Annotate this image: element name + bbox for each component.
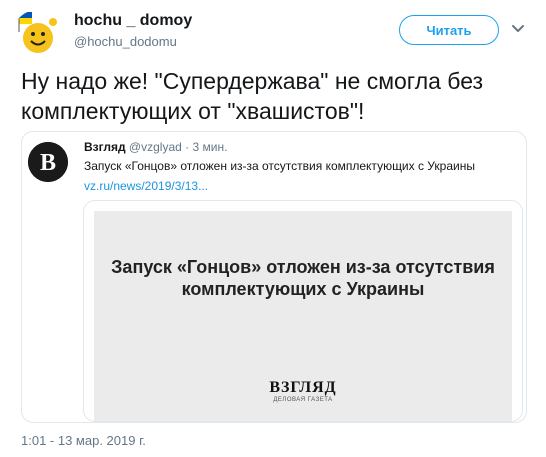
quoted-text: Запуск «Гонцов» отложен из-за отсутствия…: [84, 159, 475, 173]
author-avatar[interactable]: [13, 10, 61, 58]
quoted-handle[interactable]: @vzglyad: [129, 140, 182, 154]
separator-dot: ·: [185, 140, 190, 154]
tweet-timestamp[interactable]: 1:01 - 13 мар. 2019 г.: [21, 433, 146, 448]
quoted-link[interactable]: vz.ru/news/2019/3/13...: [84, 179, 208, 193]
follow-button[interactable]: Читать: [399, 15, 499, 45]
quoted-time: 3 мин.: [192, 140, 228, 154]
quoted-tweet[interactable]: B Взгляд @vzglyad · 3 мин. Запуск «Гонцо…: [21, 131, 527, 423]
vzglyad-logo-icon: B: [28, 142, 68, 182]
author-name[interactable]: hochu _ domoy: [74, 12, 192, 30]
chevron-down-icon[interactable]: [511, 22, 525, 36]
card-image: Запуск «Гонцов» отложен из-за отсутствия…: [94, 211, 512, 421]
quoted-name[interactable]: Взгляд: [84, 140, 126, 154]
quoted-avatar[interactable]: B: [28, 142, 68, 182]
tweet-text: Ну надо же! "Супердержава" не смогла без…: [21, 68, 484, 124]
author-handle[interactable]: @hochu_dodomu: [74, 34, 177, 49]
card-logo-subtitle: ДЕЛОВАЯ ГАЗЕТА: [273, 397, 333, 403]
svg-text:B: B: [40, 150, 56, 176]
quoted-header: Взгляд @vzglyad · 3 мин.: [84, 140, 227, 154]
card-logo: ВЗГЛЯД: [269, 379, 337, 396]
card-headline: Запуск «Гонцов» отложен из-за отсутствия…: [111, 257, 495, 299]
link-card[interactable]: Запуск «Гонцов» отложен из-за отсутствия…: [83, 200, 523, 422]
